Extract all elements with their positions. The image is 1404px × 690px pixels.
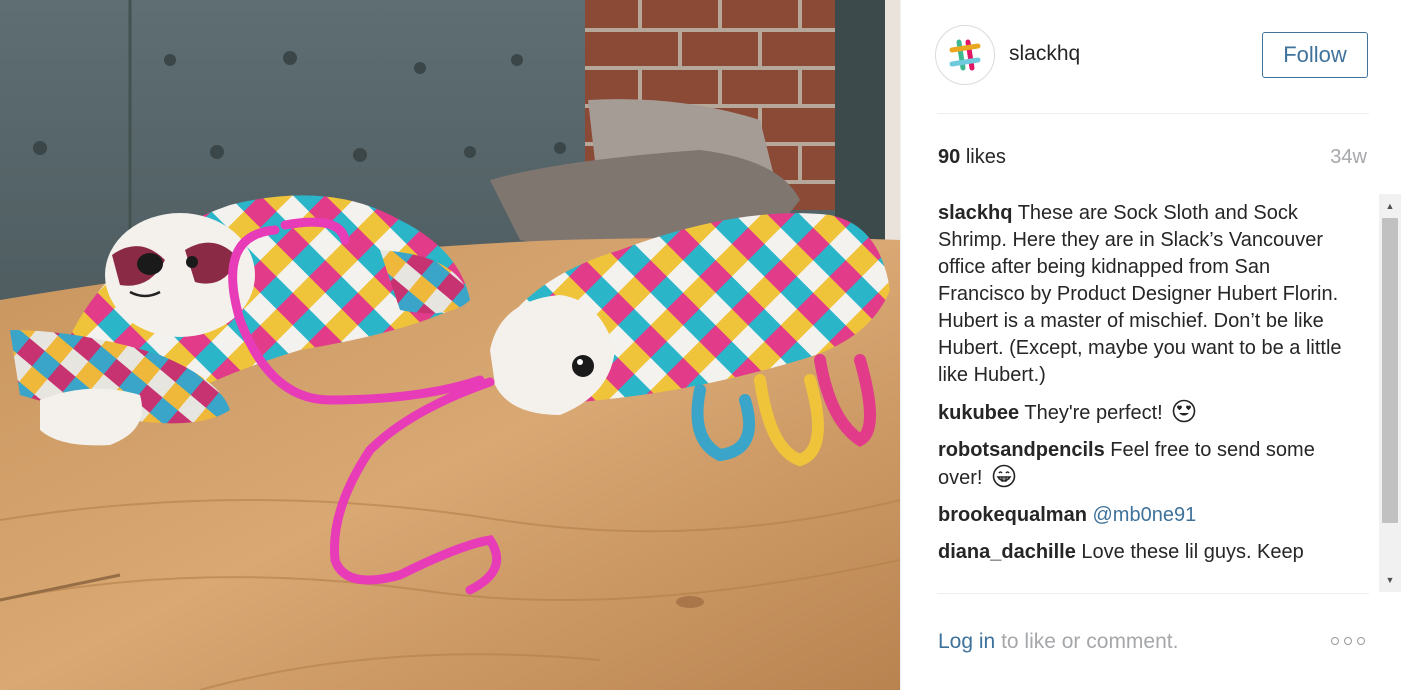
- login-link[interactable]: Log in: [938, 630, 995, 653]
- post-header: slackhq Follow: [901, 0, 1404, 114]
- comment-item: kukubee They're perfect!: [938, 399, 1348, 427]
- comment-list: slackhq These are Sock Sloth and Sock Sh…: [938, 200, 1348, 566]
- header-divider: [937, 113, 1369, 114]
- comment-text: They're perfect!: [1024, 402, 1163, 424]
- comment-username[interactable]: slackhq: [938, 202, 1012, 224]
- post-photo[interactable]: [0, 0, 900, 690]
- comment-mention-link[interactable]: @mb0ne91: [1092, 504, 1196, 526]
- more-dot: [1331, 637, 1339, 645]
- comment-text: These are Sock Sloth and Sock Shrimp. He…: [938, 202, 1342, 386]
- comment-username[interactable]: brookequalman: [938, 504, 1087, 526]
- comment-caption: slackhq These are Sock Sloth and Sock Sh…: [938, 200, 1348, 389]
- scrollbar-thumb[interactable]: [1382, 218, 1398, 523]
- comment-username[interactable]: robotsandpencils: [938, 439, 1105, 461]
- follow-button[interactable]: Follow: [1262, 32, 1368, 78]
- post-age[interactable]: 34w: [1330, 146, 1367, 169]
- comment-text: Love these lil guys. Keep: [1081, 541, 1304, 563]
- more-dot: [1357, 637, 1365, 645]
- comment-item: brookequalman @mb0ne91: [938, 502, 1348, 529]
- author-avatar[interactable]: [935, 25, 995, 85]
- heart-eyes-emoji-icon: [1172, 399, 1196, 423]
- comment-item: robotsandpencils Feel free to send some …: [938, 437, 1348, 492]
- likes-label: likes: [965, 146, 1006, 168]
- likes-count[interactable]: 90 likes: [938, 146, 1006, 169]
- post-side-panel: slackhq Follow 90 likes 34w slackhq Thes…: [900, 0, 1404, 690]
- comments-scrollbar[interactable]: ▲ ▼: [1379, 194, 1401, 592]
- login-prompt: Log in to like or comment.: [938, 630, 1178, 654]
- comments-section[interactable]: slackhq These are Sock Sloth and Sock Sh…: [938, 194, 1378, 592]
- more-options-icon[interactable]: [1331, 637, 1365, 645]
- scroll-down-arrow-icon[interactable]: ▼: [1379, 570, 1401, 590]
- login-prompt-text: to like or comment.: [1001, 630, 1179, 653]
- more-dot: [1344, 637, 1352, 645]
- grinning-emoji-icon: [992, 464, 1016, 488]
- scroll-up-arrow-icon[interactable]: ▲: [1379, 196, 1401, 216]
- likes-number: 90: [938, 146, 961, 168]
- comment-username[interactable]: kukubee: [938, 402, 1019, 424]
- footer-divider: [937, 593, 1369, 594]
- comment-username[interactable]: diana_dachille: [938, 541, 1076, 563]
- sock-sloth-and-shrimp-photo: [0, 0, 900, 690]
- comment-item: diana_dachille Love these lil guys. Keep: [938, 539, 1348, 566]
- slack-logo-icon: [949, 39, 981, 71]
- author-username[interactable]: slackhq: [1009, 42, 1080, 66]
